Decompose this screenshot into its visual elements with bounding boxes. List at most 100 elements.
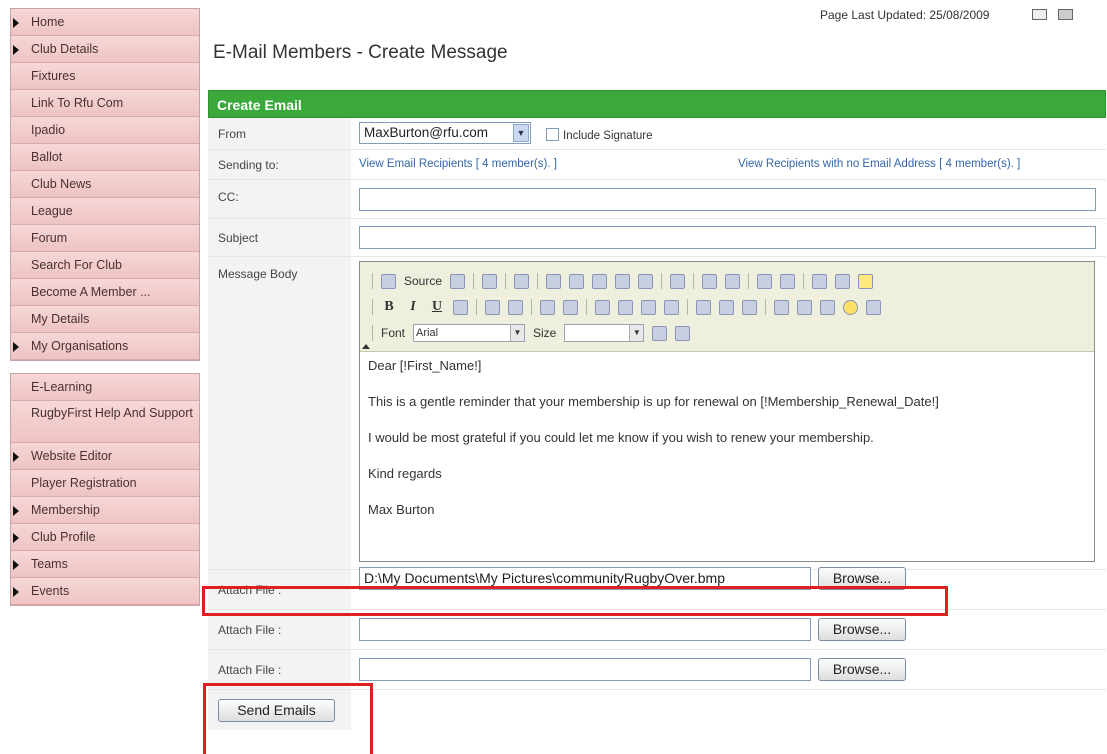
sidebar-item-label: RugbyFirst Help And Support bbox=[31, 406, 193, 420]
include-signature-label: Include Signature bbox=[563, 130, 653, 142]
browse-button-3[interactable]: Browse... bbox=[818, 658, 906, 681]
italic-icon[interactable]: I bbox=[405, 299, 421, 315]
sidebar-item-rugbyfirst-help-and-support[interactable]: RugbyFirst Help And Support bbox=[11, 401, 199, 443]
link-icon[interactable] bbox=[696, 299, 711, 315]
sidebar-item-website-editor[interactable]: Website Editor bbox=[11, 443, 199, 470]
source-button[interactable]: Source bbox=[404, 274, 442, 288]
save-icon[interactable] bbox=[450, 273, 466, 289]
sidebar-item-club-profile[interactable]: Club Profile bbox=[11, 524, 199, 551]
print-icon[interactable] bbox=[1058, 9, 1073, 20]
background-color-icon[interactable] bbox=[675, 325, 691, 341]
horizontal-rule-icon[interactable] bbox=[820, 299, 835, 315]
arrow-right-icon bbox=[13, 533, 19, 543]
message-line: I would be most grateful if you could le… bbox=[368, 430, 874, 445]
text-color-icon[interactable] bbox=[652, 325, 668, 341]
table-icon[interactable] bbox=[797, 299, 812, 315]
placeholder-icon[interactable] bbox=[858, 273, 874, 289]
sidebar-item-label: Forum bbox=[31, 231, 68, 245]
sidebar-item-label: Teams bbox=[31, 557, 68, 571]
sidebar-item-link-to-rfu-com[interactable]: Link To Rfu Com bbox=[11, 90, 199, 117]
strikethrough-icon[interactable] bbox=[453, 299, 468, 315]
collapse-toolbar-icon[interactable] bbox=[362, 344, 370, 349]
smiley-icon[interactable] bbox=[843, 299, 858, 315]
sidebar-item-label: Home bbox=[31, 15, 65, 29]
sidebar-item-label: Player Registration bbox=[31, 476, 137, 490]
justify-icon[interactable] bbox=[664, 299, 679, 315]
sidebar-item-club-details[interactable]: Club Details bbox=[11, 36, 199, 63]
sidebar-item-become-a-member[interactable]: Become A Member ... bbox=[11, 279, 199, 306]
sidebar-item-label: Events bbox=[31, 584, 70, 598]
image-icon[interactable] bbox=[774, 299, 789, 315]
underline-icon[interactable]: U bbox=[429, 299, 445, 315]
cc-input[interactable] bbox=[359, 188, 1096, 211]
sidebar-item-club-news[interactable]: Club News bbox=[11, 171, 199, 198]
paste-text-icon[interactable] bbox=[615, 273, 631, 289]
sidebar-item-player-registration[interactable]: Player Registration bbox=[11, 470, 199, 497]
remove-format-icon[interactable] bbox=[835, 273, 851, 289]
print-icon[interactable] bbox=[670, 273, 686, 289]
numbered-list-icon[interactable] bbox=[485, 299, 500, 315]
size-label: Size bbox=[533, 326, 557, 340]
sidebar-item-ballot[interactable]: Ballot bbox=[11, 144, 199, 171]
bold-icon[interactable]: B bbox=[381, 299, 397, 315]
arrow-right-icon bbox=[13, 45, 19, 55]
page-last-updated: Page Last Updated: 25/08/2009 bbox=[820, 8, 990, 22]
paste-icon[interactable] bbox=[592, 273, 608, 289]
preview-icon[interactable] bbox=[482, 273, 498, 289]
sidebar-item-my-details[interactable]: My Details bbox=[11, 306, 199, 333]
browse-button-2[interactable]: Browse... bbox=[818, 618, 906, 641]
sidebar-item-league[interactable]: League bbox=[11, 198, 199, 225]
sidebar-item-ipadio[interactable]: Ipadio bbox=[11, 117, 199, 144]
align-left-icon[interactable] bbox=[595, 299, 610, 315]
sidebar-item-search-for-club[interactable]: Search For Club bbox=[11, 252, 199, 279]
attach-file-input-2[interactable] bbox=[359, 618, 811, 641]
unlink-icon[interactable] bbox=[719, 299, 734, 315]
sidebar-item-membership[interactable]: Membership bbox=[11, 497, 199, 524]
redo-icon[interactable] bbox=[725, 273, 741, 289]
sidebar-item-e-learning[interactable]: E-Learning bbox=[11, 374, 199, 401]
attach-row-2: Attach File : Browse... bbox=[208, 610, 1106, 650]
subject-row: Subject bbox=[208, 219, 1106, 257]
align-center-icon[interactable] bbox=[618, 299, 633, 315]
replace-icon[interactable] bbox=[780, 273, 796, 289]
sidebar-item-teams[interactable]: Teams bbox=[11, 551, 199, 578]
outdent-icon[interactable] bbox=[540, 299, 555, 315]
email-icon[interactable] bbox=[1032, 9, 1047, 20]
size-select[interactable]: ▼ bbox=[564, 324, 645, 342]
sidebar-item-forum[interactable]: Forum bbox=[11, 225, 199, 252]
sidebar: Home Club Details Fixtures Link To Rfu Com I… bbox=[10, 8, 200, 606]
find-icon[interactable] bbox=[757, 273, 773, 289]
from-row: From MaxBurton@rfu.com ▼ Include Signatu… bbox=[208, 118, 1106, 150]
bullet-list-icon[interactable] bbox=[508, 299, 523, 315]
sidebar-item-label: Website Editor bbox=[31, 449, 113, 463]
undo-icon[interactable] bbox=[702, 273, 718, 289]
subject-input[interactable] bbox=[359, 226, 1096, 249]
attach-file-input-3[interactable] bbox=[359, 658, 811, 681]
view-no-email-recipients-link[interactable]: View Recipients with no Email Address [ … bbox=[738, 158, 1020, 170]
source-icon[interactable] bbox=[381, 273, 396, 289]
sidebar-item-label: Fixtures bbox=[31, 69, 76, 83]
copy-icon[interactable] bbox=[569, 273, 585, 289]
cut-icon[interactable] bbox=[546, 273, 562, 289]
sidebar-item-my-organisations[interactable]: My Organisations bbox=[11, 333, 199, 360]
indent-icon[interactable] bbox=[563, 299, 578, 315]
from-select[interactable]: MaxBurton@rfu.com ▼ bbox=[359, 122, 531, 144]
special-char-icon[interactable] bbox=[866, 299, 881, 315]
anchor-icon[interactable] bbox=[742, 299, 757, 315]
select-all-icon[interactable] bbox=[812, 273, 828, 289]
font-label: Font bbox=[381, 326, 406, 340]
message-body-content[interactable]: Dear [!First_Name!] This is a gentle remi… bbox=[360, 352, 1094, 544]
sidebar-item-home[interactable]: Home bbox=[11, 9, 199, 36]
font-select[interactable]: Arial ▼ bbox=[413, 324, 526, 342]
sidebar-item-fixtures[interactable]: Fixtures bbox=[11, 63, 199, 90]
arrow-right-icon bbox=[13, 342, 19, 352]
include-signature-checkbox[interactable] bbox=[546, 128, 559, 141]
view-recipients-link[interactable]: View Email Recipients [ 4 member(s). ] bbox=[359, 158, 557, 170]
template-icon[interactable] bbox=[514, 273, 530, 289]
align-right-icon[interactable] bbox=[641, 299, 656, 315]
sidebar-item-events[interactable]: Events bbox=[11, 578, 199, 605]
sidebar-item-label: My Organisations bbox=[31, 339, 129, 353]
paste-word-icon[interactable] bbox=[638, 273, 654, 289]
sidebar-item-label: Club Profile bbox=[31, 530, 96, 544]
chevron-down-icon: ▼ bbox=[629, 325, 644, 341]
